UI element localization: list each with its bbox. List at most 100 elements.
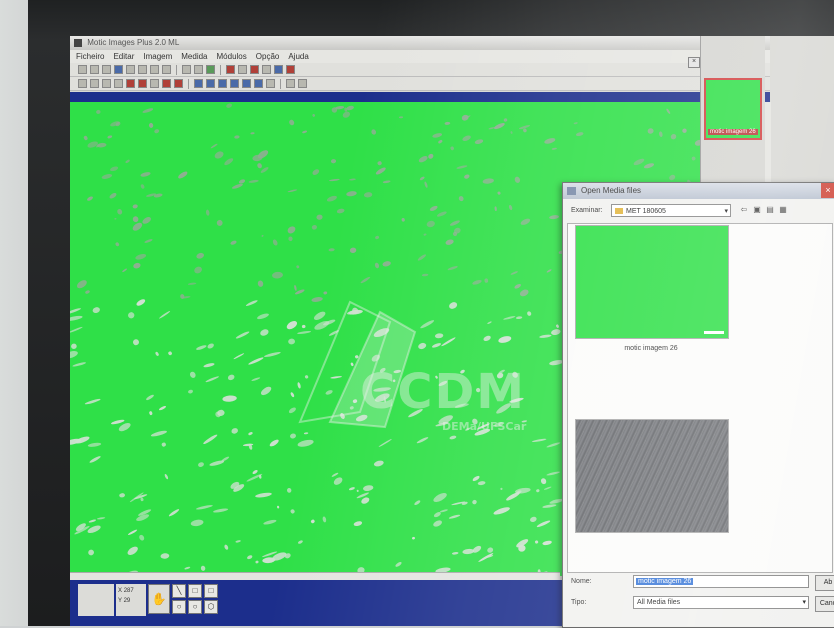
micrograph-grain bbox=[114, 217, 117, 220]
adjust-icon[interactable] bbox=[206, 65, 215, 74]
menu-bar: Ficheiro Editar Imagem Medida Módulos Op… bbox=[70, 50, 770, 63]
menu-item-imagem[interactable]: Imagem bbox=[143, 50, 172, 63]
micrograph-grain bbox=[288, 236, 293, 242]
zoom-out-icon[interactable] bbox=[90, 79, 99, 88]
filter-icon[interactable] bbox=[266, 79, 275, 88]
hand-tool-icon[interactable]: ✋ bbox=[148, 584, 170, 614]
select-icon[interactable] bbox=[298, 79, 307, 88]
arrange-icon[interactable] bbox=[230, 79, 239, 88]
stop-icon[interactable] bbox=[250, 65, 259, 74]
micrograph-grain bbox=[133, 262, 141, 269]
micrograph-grain bbox=[375, 167, 386, 175]
micrograph-grain bbox=[360, 276, 371, 284]
micrograph-grain bbox=[144, 239, 153, 243]
print-icon[interactable] bbox=[114, 65, 123, 74]
micrograph-grain bbox=[290, 433, 296, 439]
micrograph-grain bbox=[643, 163, 655, 169]
micrograph-grain bbox=[248, 357, 264, 365]
x-value: 287 bbox=[123, 588, 134, 594]
dialog-close-button[interactable]: × bbox=[821, 183, 834, 198]
help-icon[interactable] bbox=[274, 65, 283, 74]
micrograph-grain bbox=[449, 302, 458, 309]
new-folder-icon[interactable]: ▤ bbox=[765, 204, 775, 215]
micrograph-grain bbox=[432, 133, 443, 138]
menu-item-editar[interactable]: Editar bbox=[113, 50, 134, 63]
look-in-select[interactable]: MET 180605 ▾ bbox=[611, 204, 731, 217]
menu-item-opcao[interactable]: Opção bbox=[256, 50, 280, 63]
micrograph-grain bbox=[500, 487, 503, 490]
star-icon[interactable] bbox=[174, 79, 183, 88]
view-menu-icon[interactable]: ▦ bbox=[778, 204, 788, 215]
pointer-icon[interactable] bbox=[286, 79, 295, 88]
record-icon[interactable] bbox=[226, 65, 235, 74]
color-icon[interactable] bbox=[126, 79, 135, 88]
fit-icon[interactable] bbox=[102, 79, 111, 88]
micrograph-grain bbox=[483, 335, 491, 342]
micrograph-grain bbox=[269, 439, 279, 447]
micrograph-grain bbox=[71, 343, 77, 350]
copy-icon[interactable] bbox=[150, 65, 159, 74]
palette-icon[interactable] bbox=[138, 79, 147, 88]
back-icon[interactable]: ⇦ bbox=[739, 204, 749, 215]
micrograph-grain bbox=[88, 519, 97, 523]
micrograph-grain bbox=[633, 158, 645, 166]
file-thumbnail-grey[interactable] bbox=[575, 419, 729, 533]
up-folder-icon[interactable]: ▣ bbox=[752, 204, 762, 215]
micrograph-grain bbox=[462, 135, 471, 141]
watermark-subtext: DEMa/UFSCar bbox=[442, 420, 527, 433]
measure-icon[interactable] bbox=[262, 65, 271, 74]
save-icon[interactable] bbox=[102, 65, 111, 74]
menu-item-modulos[interactable]: Módulos bbox=[217, 50, 247, 63]
camera-icon[interactable] bbox=[182, 65, 191, 74]
window-icon[interactable] bbox=[194, 79, 203, 88]
rectangle-tool-icon[interactable]: □ bbox=[188, 584, 202, 598]
open-file-icon[interactable] bbox=[90, 65, 99, 74]
menu-item-ajuda[interactable]: Ajuda bbox=[288, 50, 308, 63]
menu-item-ficheiro[interactable]: Ficheiro bbox=[76, 50, 104, 63]
circle-tool-icon[interactable]: ○ bbox=[188, 600, 202, 614]
micrograph-grain bbox=[146, 394, 154, 401]
filename-input[interactable]: motic imagem 26 bbox=[633, 575, 809, 588]
micrograph-grain bbox=[227, 374, 235, 381]
menu-item-medida[interactable]: Medida bbox=[181, 50, 207, 63]
capture-icon[interactable] bbox=[126, 65, 135, 74]
actual-size-icon[interactable] bbox=[114, 79, 123, 88]
close-icon[interactable]: × bbox=[688, 57, 700, 68]
file-thumbnail-green[interactable] bbox=[575, 225, 729, 339]
tile-icon[interactable] bbox=[206, 79, 215, 88]
micrograph-grain bbox=[420, 320, 435, 329]
grid-icon[interactable] bbox=[238, 65, 247, 74]
micrograph-grain bbox=[198, 462, 204, 467]
rotate-icon[interactable] bbox=[150, 79, 159, 88]
scissors-icon[interactable] bbox=[138, 65, 147, 74]
new-file-icon[interactable] bbox=[78, 65, 87, 74]
zoom-in-icon[interactable] bbox=[78, 79, 87, 88]
micrograph-grain bbox=[194, 266, 202, 274]
ellipse-tool-icon[interactable]: ○ bbox=[172, 600, 186, 614]
side-thumbnail-label: motic imagem 26 bbox=[708, 129, 758, 135]
polygon-tool-icon[interactable]: ⬡ bbox=[204, 600, 218, 614]
micrograph-grain bbox=[546, 471, 561, 476]
paste-icon[interactable] bbox=[162, 65, 171, 74]
micrograph-grain bbox=[224, 158, 234, 166]
cancel-button[interactable]: Canc bbox=[815, 596, 834, 612]
overlay-icon[interactable] bbox=[254, 79, 263, 88]
flip-icon[interactable] bbox=[162, 79, 171, 88]
micrograph-grain bbox=[461, 114, 469, 121]
line-tool-icon[interactable]: ╲ bbox=[172, 584, 186, 598]
video-icon[interactable] bbox=[194, 65, 203, 74]
layers-icon[interactable] bbox=[242, 79, 251, 88]
micrograph-grain bbox=[510, 131, 513, 134]
info-icon[interactable] bbox=[286, 65, 295, 74]
micrograph-grain bbox=[168, 351, 172, 356]
micrograph-grain bbox=[346, 105, 354, 111]
filetype-select[interactable]: All Media files ▾ bbox=[633, 596, 809, 609]
micrograph-grain bbox=[226, 103, 232, 108]
open-button[interactable]: Ab bbox=[815, 575, 834, 591]
micrograph-grain bbox=[543, 486, 552, 490]
micrograph-grain bbox=[231, 183, 243, 189]
micrograph-grain bbox=[189, 371, 196, 378]
square-tool-icon[interactable]: □ bbox=[204, 584, 218, 598]
cascade-icon[interactable] bbox=[218, 79, 227, 88]
micrograph-grain bbox=[423, 233, 427, 236]
